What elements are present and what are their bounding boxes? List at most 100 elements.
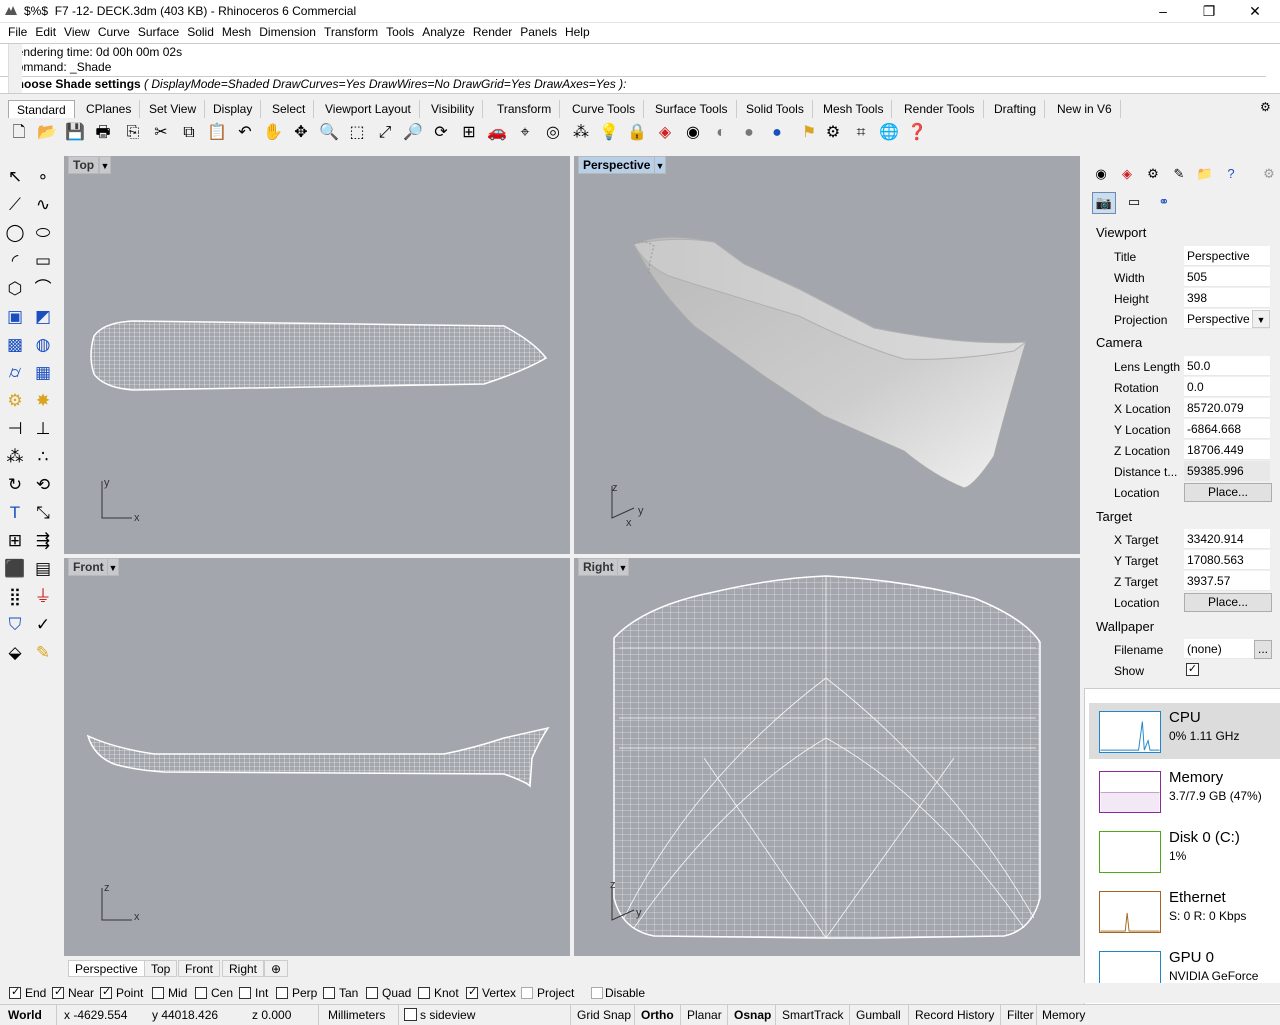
curve-icon[interactable]: ∿: [30, 192, 56, 218]
polyline-icon[interactable]: ⟋: [2, 192, 28, 218]
osnap-end-checkbox[interactable]: [9, 985, 21, 999]
split-icon[interactable]: ⊥: [30, 416, 56, 442]
lock-icon[interactable]: 🔒: [626, 122, 648, 144]
ellipse-icon[interactable]: ⬭: [30, 220, 56, 246]
menu-surface[interactable]: Surface: [138, 23, 179, 41]
panel-options-gear-icon[interactable]: ⚙: [1258, 164, 1280, 184]
menu-curve[interactable]: Curve: [98, 23, 130, 41]
group-icon[interactable]: ⁂: [2, 444, 28, 470]
render-block-icon[interactable]: ⬙: [2, 640, 28, 666]
display-panel-icon[interactable]: ✎: [1168, 164, 1190, 184]
sphere-wire-icon[interactable]: ◐: [710, 122, 732, 144]
menu-transform[interactable]: Transform: [324, 23, 378, 41]
help-panel-icon[interactable]: ?: [1220, 164, 1242, 184]
render-panel-icon[interactable]: ⚙: [1142, 164, 1164, 184]
osnap-quad-checkbox[interactable]: [366, 987, 378, 999]
paste-icon[interactable]: 📋: [206, 122, 228, 144]
sphere-render-icon[interactable]: ●: [766, 122, 788, 144]
four-viewports-icon[interactable]: ⊞: [458, 122, 480, 144]
osnap-vertex-checkbox[interactable]: [466, 985, 478, 999]
menu-help[interactable]: Help: [565, 23, 590, 41]
lightbulb-icon[interactable]: 💡: [598, 122, 620, 144]
save-icon[interactable]: 💾: [64, 122, 86, 144]
hatch-icon[interactable]: ▤: [30, 556, 56, 582]
gumball-toggle[interactable]: Gumball: [856, 1008, 901, 1022]
boolean-icon[interactable]: ◍: [30, 332, 56, 358]
help-icon[interactable]: ❓: [906, 122, 928, 144]
smarttrack-toggle[interactable]: SmartTrack: [782, 1008, 844, 1022]
tab-display[interactable]: Display: [205, 100, 262, 118]
tab-viewport-layout[interactable]: Viewport Layout: [317, 100, 420, 118]
rotate-view-icon[interactable]: ⟳: [430, 122, 452, 144]
tab-cplanes[interactable]: CPlanes: [78, 100, 141, 118]
rotate3d-icon[interactable]: ⟲: [30, 472, 56, 498]
viewport-tab-right[interactable]: Right: [222, 960, 265, 977]
import-icon[interactable]: ⎘: [122, 122, 144, 144]
tm-disk[interactable]: Disk 0 (C:) 1%: [1089, 823, 1280, 879]
array-icon[interactable]: ⊞: [2, 528, 28, 554]
bolt-icon[interactable]: ⏚: [30, 584, 56, 610]
zoom-extents-icon[interactable]: ⤢: [374, 122, 396, 144]
nodes-icon[interactable]: ⚭: [1152, 192, 1176, 214]
select-arrow-icon[interactable]: ↖: [2, 164, 28, 190]
close-button[interactable]: ✕: [1232, 0, 1278, 23]
polygon-icon[interactable]: ⬡: [2, 276, 28, 302]
cut-icon[interactable]: ✂: [150, 122, 172, 144]
viewport-front[interactable]: Front ▼ z x: [64, 558, 570, 956]
target-place-button[interactable]: Place...: [1184, 593, 1272, 612]
color-wheel-icon[interactable]: ◉: [682, 122, 704, 144]
menu-panels[interactable]: Panels: [520, 23, 557, 41]
tm-cpu[interactable]: CPU 0% 1.11 GHz: [1089, 703, 1280, 759]
tab-surface-tools[interactable]: Surface Tools: [647, 100, 737, 118]
menu-mesh[interactable]: Mesh: [222, 23, 251, 41]
check-icon[interactable]: ✓: [30, 612, 56, 638]
tab-drafting[interactable]: Drafting: [986, 100, 1046, 118]
new-file-icon[interactable]: 🗋: [8, 122, 30, 144]
points-icon[interactable]: ⁂: [570, 122, 592, 144]
undo-icon[interactable]: ↶: [234, 122, 256, 144]
show-checkbox[interactable]: ✓: [1186, 663, 1199, 676]
add-viewport-plus-icon[interactable]: ⊕: [264, 960, 289, 977]
tab-new-in-v6[interactable]: New in V6: [1049, 100, 1121, 118]
menu-render[interactable]: Render: [473, 23, 512, 41]
analysis-icon[interactable]: ⛉: [2, 612, 28, 638]
dimension-icon[interactable]: ⤡: [30, 500, 56, 526]
current-layer[interactable]: s sideview: [420, 1008, 475, 1022]
camera-icon[interactable]: 📷: [1092, 192, 1116, 214]
command-prompt[interactable]: Choose Shade settings ( DisplayMode=Shad…: [8, 77, 626, 92]
units-indicator[interactable]: Millimeters: [328, 1008, 385, 1022]
tab-select[interactable]: Select: [264, 100, 315, 118]
restore-button[interactable]: ❐: [1186, 0, 1232, 23]
menu-dimension[interactable]: Dimension: [259, 23, 316, 41]
open-file-icon[interactable]: 📂: [36, 122, 58, 144]
tab-mesh-tools[interactable]: Mesh Tools: [815, 100, 893, 118]
layer-color-swatch[interactable]: [404, 1008, 417, 1021]
minimize-button[interactable]: –: [1140, 0, 1186, 23]
osnap-near-checkbox[interactable]: [52, 985, 64, 999]
menu-solid[interactable]: Solid: [187, 23, 214, 41]
toolbar-settings-gear-icon[interactable]: ⚙: [1260, 100, 1271, 118]
tab-render-tools[interactable]: Render Tools: [896, 100, 984, 118]
x-location-field[interactable]: 85720.079: [1184, 398, 1270, 418]
explode-icon[interactable]: ✸: [30, 388, 56, 414]
grid-snap-icon[interactable]: ⌗: [850, 122, 872, 144]
transform-gear-icon[interactable]: ⚙: [2, 388, 28, 414]
point-icon[interactable]: ∘: [30, 164, 56, 190]
y-target-field[interactable]: 17080.563: [1184, 550, 1270, 570]
layers-panel-icon[interactable]: ◈: [1116, 164, 1138, 184]
move-view-icon[interactable]: ✥: [290, 122, 312, 144]
height-field[interactable]: 398: [1184, 288, 1270, 308]
zoom-selected-icon[interactable]: 🔎: [402, 122, 424, 144]
memory-toggle[interactable]: Memory: [1042, 1008, 1085, 1022]
osnap-int-checkbox[interactable]: [239, 987, 251, 999]
pan-hand-icon[interactable]: ✋: [262, 122, 284, 144]
ungroup-icon[interactable]: ∴: [30, 444, 56, 470]
grid-snap-toggle[interactable]: Grid Snap: [577, 1008, 631, 1022]
zoom-window-icon[interactable]: ⬚: [346, 122, 368, 144]
width-field[interactable]: 505: [1184, 267, 1270, 287]
copy-icon[interactable]: ⧉: [178, 122, 200, 144]
z-location-field[interactable]: 18706.449: [1184, 440, 1270, 460]
car-icon[interactable]: 🚗: [486, 122, 508, 144]
tab-visibility[interactable]: Visibility: [423, 100, 484, 118]
tab-set-view[interactable]: Set View: [141, 100, 206, 118]
